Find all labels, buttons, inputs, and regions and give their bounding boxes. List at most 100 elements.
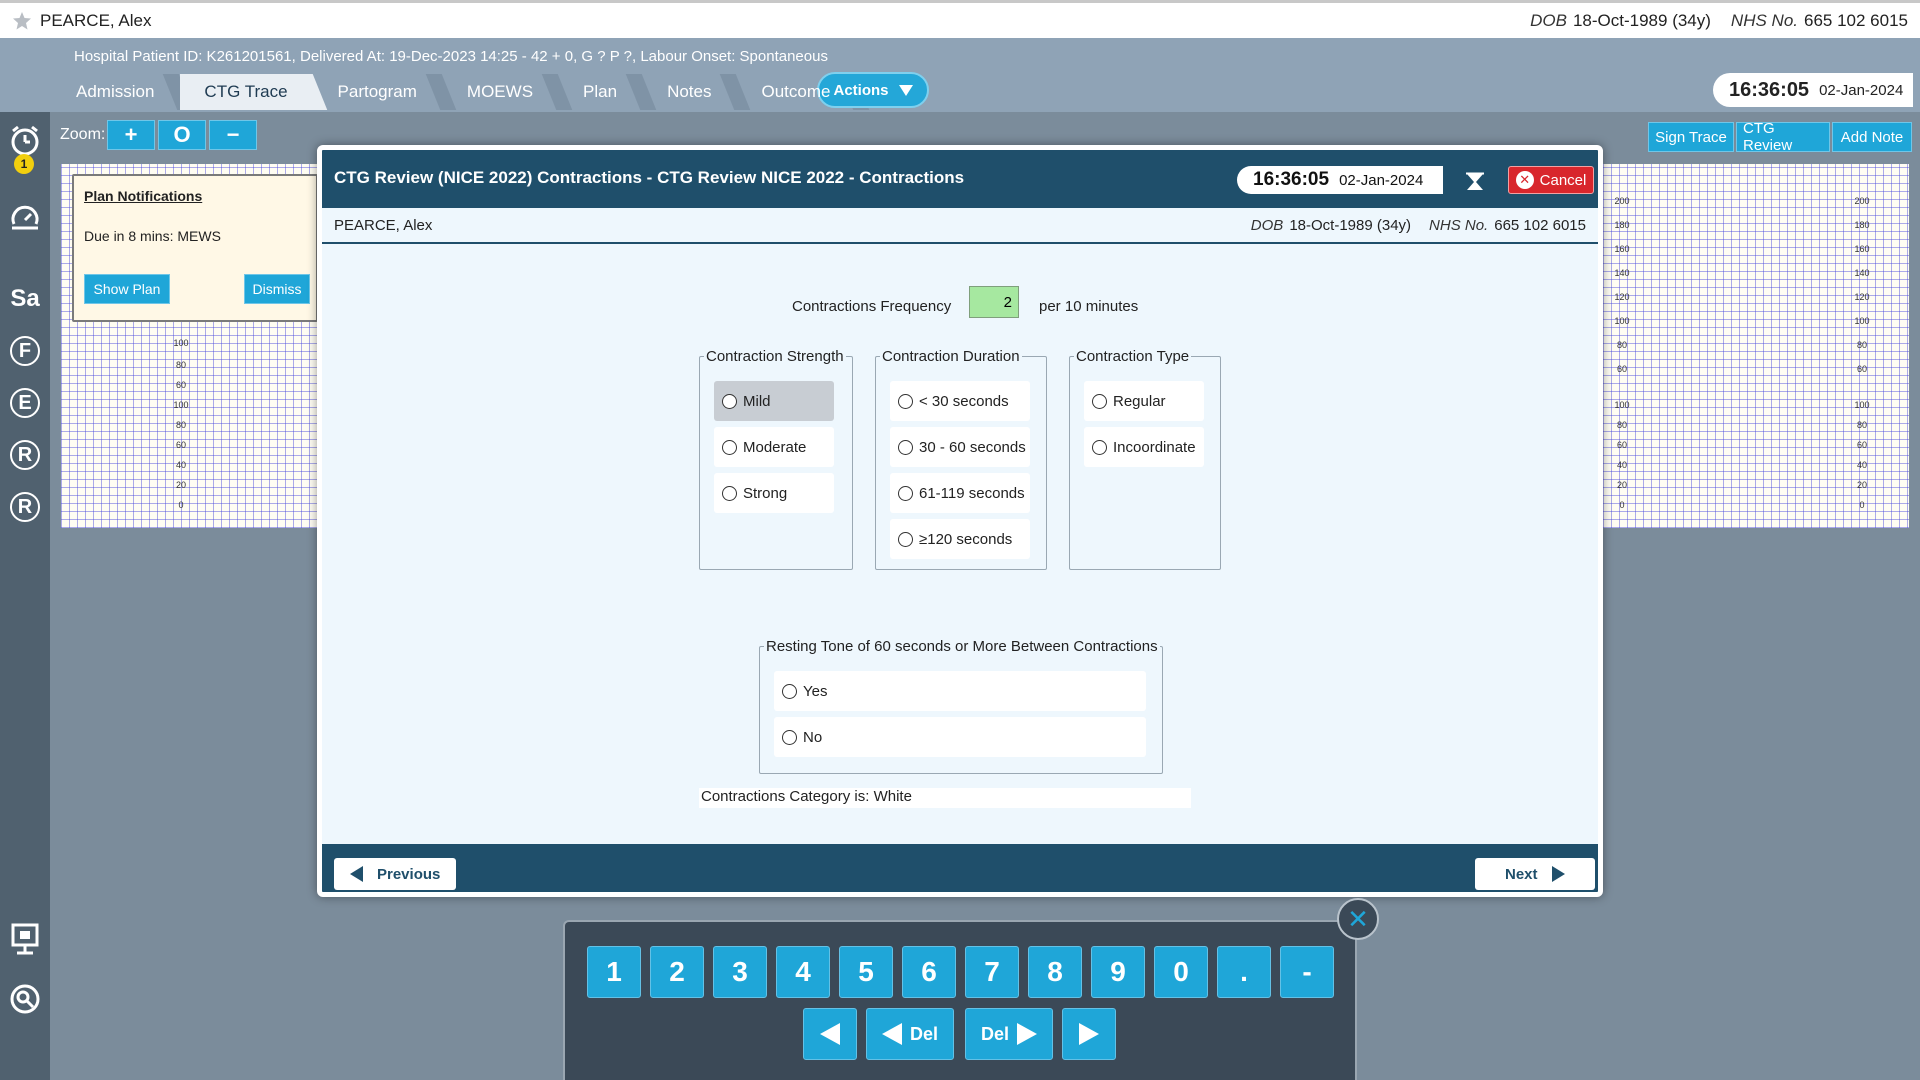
zoom-label: Zoom:: [60, 126, 106, 143]
key-1[interactable]: 1: [587, 946, 641, 998]
frequency-input[interactable]: [969, 286, 1019, 318]
caret-down-icon: [898, 84, 913, 96]
key-minus[interactable]: -: [1280, 946, 1334, 998]
scale-r2-60: 60: [1856, 364, 1867, 374]
contraction-duration-legend: Contraction Duration: [882, 348, 1020, 365]
monitor-icon[interactable]: [6, 920, 44, 958]
key-6[interactable]: 6: [902, 946, 956, 998]
sidebar-e-item[interactable]: E: [10, 388, 40, 418]
key-7[interactable]: 7: [965, 946, 1019, 998]
contraction-strength-legend: Contraction Strength: [706, 348, 844, 365]
show-plan-button[interactable]: Show Plan: [84, 274, 170, 304]
arrow-right-icon: [1079, 1023, 1099, 1045]
scale-r2-b40: 40: [1856, 460, 1867, 470]
tab-moews[interactable]: MOEWS: [443, 74, 557, 110]
key-0[interactable]: 0: [1154, 946, 1208, 998]
plan-notifications-message: Due in 8 mins: MEWS: [84, 228, 221, 244]
duration-option-120-plus[interactable]: ≥120 seconds: [890, 519, 1030, 559]
key-2[interactable]: 2: [650, 946, 704, 998]
dialog-nhs-value: 665 102 6015: [1494, 216, 1586, 234]
radio-icon: [782, 683, 797, 699]
scale-r1-b60: 60: [1616, 440, 1627, 450]
arrow-left-icon: [881, 1023, 902, 1045]
resting-option-no[interactable]: No: [774, 717, 1146, 757]
dob-value: 18-Oct-1989 (34y): [1572, 10, 1711, 30]
ctg-review-button[interactable]: CTG Review: [1736, 120, 1830, 154]
type-option-incoordinate[interactable]: Incoordinate: [1084, 427, 1204, 467]
radio-icon: [722, 439, 737, 455]
clock-time: 16:36:05: [1729, 78, 1810, 101]
patient-star-icon: [13, 11, 31, 29]
scale-r1-120: 120: [1614, 292, 1630, 302]
strength-option-strong[interactable]: Strong: [714, 473, 834, 513]
zoom-reset-button[interactable]: O: [158, 120, 206, 150]
dismiss-button[interactable]: Dismiss: [244, 274, 310, 304]
sidebar-f-item[interactable]: F: [10, 336, 40, 366]
scale-left-b20: 20: [175, 480, 186, 490]
arrow-right-icon: [1017, 1023, 1037, 1045]
clock-date: 02-Jan-2024: [1819, 81, 1904, 99]
cursor-left-button[interactable]: [803, 1008, 857, 1060]
scale-r2-b80: 80: [1856, 420, 1867, 430]
type-option-regular[interactable]: Regular: [1084, 381, 1204, 421]
tab-partogram[interactable]: Partogram: [314, 74, 441, 110]
delete-backward-button[interactable]: Del: [866, 1008, 954, 1060]
dialog-nhs-label: NHS No.: [1429, 216, 1489, 234]
sidebar-sa-item[interactable]: Sa: [6, 280, 44, 318]
resting-option-yes[interactable]: Yes: [774, 671, 1146, 711]
arrow-left-icon: [350, 866, 363, 882]
cancel-button[interactable]: ✕ Cancel: [1508, 166, 1594, 194]
scale-r2-180: 180: [1854, 220, 1870, 230]
key-3[interactable]: 3: [713, 946, 767, 998]
dialog-patient-name: PEARCE, Alex: [334, 216, 433, 234]
tab-plan[interactable]: Plan: [559, 74, 641, 110]
next-button[interactable]: Next: [1475, 858, 1595, 890]
dialog-clock[interactable]: 16:36:05 02-Jan-2024: [1237, 166, 1443, 194]
dob-label: DOB: [1530, 10, 1567, 30]
scale-r2-b20: 20: [1856, 480, 1867, 490]
sidebar-r-item-1[interactable]: R: [10, 440, 40, 470]
radio-icon: [898, 439, 913, 455]
scale-r2-100: 100: [1854, 316, 1870, 326]
key-4[interactable]: 4: [776, 946, 830, 998]
key-9[interactable]: 9: [1091, 946, 1145, 998]
radio-icon: [782, 729, 797, 745]
nhs-value: 665 102 6015: [1804, 10, 1908, 30]
search-icon[interactable]: [6, 980, 44, 1018]
timer-reset-icon[interactable]: [6, 200, 44, 238]
duration-option-under-30[interactable]: < 30 seconds: [890, 381, 1030, 421]
actions-button[interactable]: Actions: [817, 72, 929, 108]
alarm-count-badge: 1: [14, 154, 34, 174]
dialog-dob-value: 18-Oct-1989 (34y): [1289, 216, 1412, 234]
tab-ctg-trace[interactable]: CTG Trace: [180, 74, 312, 110]
sidebar-r-item-2[interactable]: R: [10, 492, 40, 522]
key-8[interactable]: 8: [1028, 946, 1082, 998]
duration-option-61-119[interactable]: 61-119 seconds: [890, 473, 1030, 513]
add-note-button[interactable]: Add Note: [1832, 122, 1912, 152]
previous-button[interactable]: Previous: [334, 858, 456, 890]
patient-name: PEARCE, Alex: [40, 10, 152, 30]
contractions-category-text: Contractions Category is: White: [699, 788, 1191, 808]
scale-r1-140: 140: [1614, 268, 1630, 278]
scale-left-80: 80: [175, 360, 186, 370]
duration-option-30-60[interactable]: 30 - 60 seconds: [890, 427, 1030, 467]
key-decimal[interactable]: .: [1217, 946, 1271, 998]
key-5[interactable]: 5: [839, 946, 893, 998]
scale-r2-b100: 100: [1854, 400, 1870, 410]
sign-trace-button[interactable]: Sign Trace: [1648, 122, 1734, 152]
strength-option-mild[interactable]: Mild: [714, 381, 834, 421]
tab-admission[interactable]: Admission: [52, 74, 178, 110]
numeric-keypad: 1 2 3 4 5 6 7 8 9 0 . - Del Del: [563, 920, 1357, 1080]
left-sidebar: 1 Sa F E R R: [0, 112, 50, 1080]
zoom-out-button[interactable]: −: [209, 120, 257, 150]
dialog-title: CTG Review (NICE 2022) Contractions - CT…: [334, 168, 965, 187]
scale-r1-100: 100: [1614, 316, 1630, 326]
hourglass-filter-icon[interactable]: [1465, 172, 1485, 192]
delete-forward-button[interactable]: Del: [965, 1008, 1053, 1060]
zoom-in-button[interactable]: +: [107, 120, 155, 150]
keypad-close-icon[interactable]: ✕: [1337, 898, 1379, 940]
tab-notes[interactable]: Notes: [643, 74, 735, 110]
cursor-right-button[interactable]: [1062, 1008, 1116, 1060]
radio-icon: [722, 485, 737, 501]
strength-option-moderate[interactable]: Moderate: [714, 427, 834, 467]
